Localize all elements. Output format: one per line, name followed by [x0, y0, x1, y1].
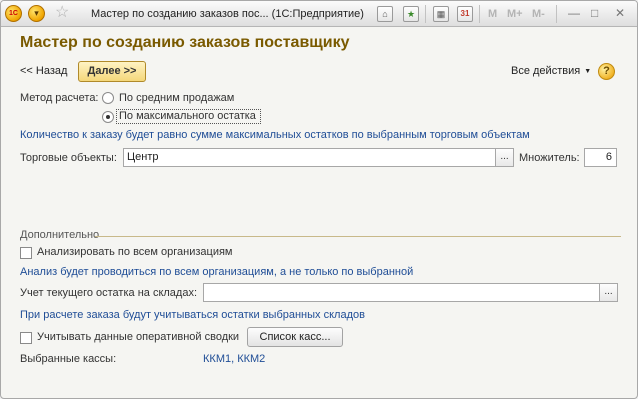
stock-warehouses-select-button[interactable]: ...: [600, 283, 618, 302]
memory-minus-button[interactable]: M-: [532, 8, 545, 20]
all-actions-menu[interactable]: Все действия ▼: [511, 65, 591, 77]
bookmark-icon[interactable]: ★: [403, 6, 419, 22]
close-icon[interactable]: ✕: [615, 7, 625, 19]
menu-arrow-icon[interactable]: ▾: [28, 5, 45, 22]
title-bar: 1C ▾ ☆ Мастер по созданию заказов пос...…: [1, 1, 637, 27]
logo-icon[interactable]: 1C: [5, 5, 22, 22]
form-title: Мастер по созданию заказов поставщику: [20, 34, 350, 51]
group-divider: [95, 236, 621, 237]
calc-method-label: Метод расчета:: [20, 92, 99, 104]
all-actions-label: Все действия: [511, 65, 581, 77]
toolbar-divider: [479, 5, 480, 23]
radio-max-stock-label[interactable]: По максимального остатка: [119, 110, 256, 122]
additional-group-title: Дополнительно: [20, 229, 100, 241]
method-hint: Количество к заказу будет равно сумме ма…: [20, 129, 530, 141]
analyze-all-orgs-checkbox[interactable]: [20, 247, 32, 259]
operative-summary-checkbox[interactable]: [20, 332, 32, 344]
memory-plus-button[interactable]: M+: [507, 8, 523, 20]
maximize-icon[interactable]: □: [591, 7, 598, 19]
star-icon[interactable]: ☆: [55, 4, 69, 22]
stock-warehouses-field[interactable]: [203, 283, 600, 302]
radio-max-stock[interactable]: [102, 111, 114, 123]
radio-avg-sales[interactable]: [102, 92, 114, 104]
memory-button[interactable]: M: [488, 8, 497, 20]
trade-objects-select-button[interactable]: ...: [496, 148, 514, 167]
home-icon[interactable]: ⌂: [377, 6, 393, 22]
next-button[interactable]: Далее >>: [78, 61, 146, 82]
registers-list-button[interactable]: Список касс...: [247, 327, 343, 347]
trade-objects-field[interactable]: Центр: [123, 148, 496, 167]
selected-registers-label: Выбранные кассы:: [20, 353, 117, 365]
selected-registers-link[interactable]: ККМ1, ККМ2: [203, 353, 265, 365]
multiplier-label: Множитель:: [519, 152, 580, 164]
operative-summary-label[interactable]: Учитывать данные оперативной сводки: [37, 331, 239, 343]
stock-warehouses-label: Учет текущего остатка на складах:: [20, 287, 198, 299]
chevron-down-icon: ▼: [584, 68, 592, 75]
trade-objects-label: Торговые объекты:: [20, 152, 117, 164]
help-icon[interactable]: ?: [598, 63, 615, 80]
radio-avg-sales-label[interactable]: По средним продажам: [119, 92, 234, 104]
toolbar-divider: [556, 5, 557, 23]
multiplier-field[interactable]: 6: [584, 148, 617, 167]
toolbar-divider: [425, 5, 426, 23]
window-title: Мастер по созданию заказов пос... (1С:Пр…: [91, 8, 364, 20]
back-button[interactable]: << Назад: [20, 65, 67, 77]
calculator-icon[interactable]: ▦: [433, 6, 449, 22]
calendar-icon[interactable]: 31: [457, 6, 473, 22]
stock-warehouses-hint: При расчете заказа будут учитываться ост…: [20, 309, 365, 321]
minimize-icon[interactable]: —: [568, 7, 580, 19]
analyze-all-orgs-hint: Анализ будет проводиться по всем организ…: [20, 266, 414, 278]
analyze-all-orgs-label[interactable]: Анализировать по всем организациям: [37, 246, 233, 258]
wizard-window: 1C ▾ ☆ Мастер по созданию заказов пос...…: [0, 0, 638, 399]
